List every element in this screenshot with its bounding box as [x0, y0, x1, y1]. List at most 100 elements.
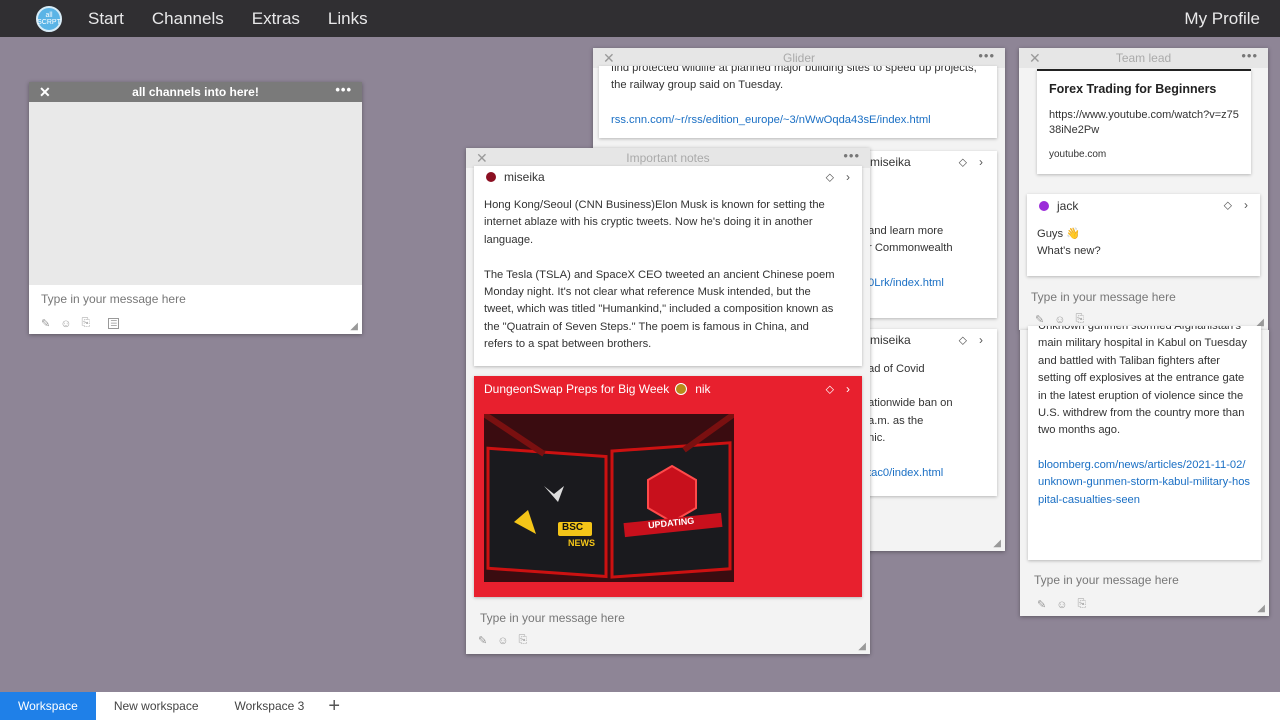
card-header: DungeonSwap Preps for Big Week nik ⬦ ›: [474, 376, 862, 402]
workspace-tab-1[interactable]: Workspace: [0, 692, 96, 720]
chevron-right-icon[interactable]: ›: [979, 155, 983, 169]
more-icon[interactable]: •••: [335, 80, 352, 100]
card-user: miseika: [870, 155, 911, 169]
card-text-2: ationwide ban on: [868, 397, 953, 410]
tag-icon[interactable]: ⬦: [826, 382, 834, 396]
preview-domain: youtube.com: [1049, 149, 1107, 160]
nav-links[interactable]: Links: [328, 9, 368, 29]
thumbnail-text-bsc: BSC: [562, 522, 584, 533]
nav-extras[interactable]: Extras: [252, 9, 300, 29]
tag-icon[interactable]: ⬦: [959, 155, 967, 169]
link-preview-card[interactable]: Forex Trading for Beginners https://www.…: [1037, 69, 1251, 174]
smiley-icon[interactable]: ☺: [60, 318, 71, 330]
resize-handle-icon[interactable]: ◢: [350, 321, 358, 332]
panel-important-notes: ✕ Important notes ••• miseika ⬦ › Hong Ko…: [466, 148, 870, 654]
input-placeholder: Type in your message here: [480, 611, 625, 625]
resize-handle-icon[interactable]: ◢: [993, 538, 1001, 549]
card-user: jack: [1057, 199, 1079, 213]
message-card-jack: jack ⬦ › Guys 👋 What's new?: [1027, 194, 1260, 276]
smiley-icon[interactable]: ☺: [1054, 314, 1065, 326]
message-tools: ✎ ☺ ⎘: [1023, 313, 1084, 326]
input-placeholder: Type in your message here: [1031, 290, 1176, 304]
input-placeholder: Type in your message here: [41, 292, 186, 306]
paperclip-icon[interactable]: ⎘: [81, 317, 90, 330]
panel-title: all channels into here!: [132, 85, 259, 99]
card-link[interactable]: rss.cnn.com/~r/rss/edition_europe/~3/nWw…: [611, 112, 997, 129]
card-header: miseika ⬦ ›: [474, 166, 862, 188]
panel-team-lead: ✕ Team lead ••• Forex Trading for Beginn…: [1019, 48, 1268, 330]
message-area: [29, 102, 362, 285]
card-header: miseika ⬦ ›: [864, 151, 997, 173]
panel-all-channels: ✕ all channels into here! ••• Type in yo…: [29, 82, 362, 334]
tag-icon[interactable]: ⬦: [826, 170, 834, 184]
paperclip-icon[interactable]: ⎘: [1077, 598, 1086, 611]
message-tools: ✎ ☺ ⎘: [466, 634, 527, 647]
resize-handle-icon[interactable]: ◢: [858, 641, 866, 652]
close-icon[interactable]: ✕: [603, 48, 615, 68]
card-user: nik: [695, 382, 711, 396]
chevron-right-icon[interactable]: ›: [846, 382, 850, 396]
resize-handle-icon[interactable]: ◢: [1257, 603, 1265, 614]
panel-header[interactable]: ✕ all channels into here! •••: [29, 82, 362, 102]
glider-card-2: miseika ⬦ › and learn more r Commonwealth…: [864, 151, 997, 318]
card-header: miseika ⬦ ›: [864, 329, 997, 351]
close-icon[interactable]: ✕: [1029, 48, 1041, 68]
chevron-right-icon[interactable]: ›: [1244, 198, 1248, 212]
message-input[interactable]: Type in your message here: [29, 285, 362, 313]
card-link[interactable]: tac0/index.html: [864, 465, 997, 482]
close-icon[interactable]: ✕: [476, 148, 488, 168]
message-tools: ✎ ☺ ⎘ ☰: [29, 313, 362, 334]
input-placeholder: Type in your message here: [1034, 573, 1179, 587]
news-thumbnail[interactable]: BSC NEWS UPDATING: [484, 414, 734, 582]
tag-icon[interactable]: ⬦: [959, 333, 967, 347]
message-input[interactable]: Type in your message here: [1022, 570, 1269, 590]
card-text-1: and learn more: [868, 225, 944, 237]
magic-wand-icon[interactable]: ✎: [1037, 598, 1046, 611]
chevron-right-icon[interactable]: ›: [979, 333, 983, 347]
workspace-tab-2[interactable]: New workspace: [96, 692, 217, 720]
workspace-tab-3[interactable]: Workspace 3: [217, 692, 323, 720]
more-icon[interactable]: •••: [1241, 46, 1258, 66]
magic-wand-icon[interactable]: ✎: [41, 317, 50, 330]
card-user: miseika: [504, 170, 545, 184]
app-logo[interactable]: all SCRPT: [36, 5, 62, 32]
add-workspace-icon[interactable]: +: [328, 695, 340, 718]
card-header: jack ⬦ ›: [1027, 194, 1260, 218]
smiley-icon[interactable]: ☺: [497, 635, 508, 647]
workspace-bar: Workspace New workspace Workspace 3 +: [0, 692, 1280, 720]
news-text: Unknown gunmen stormed Afghanistan's mai…: [1038, 326, 1247, 437]
more-icon[interactable]: •••: [978, 46, 995, 66]
nav-start[interactable]: Start: [88, 9, 124, 29]
thumbnail-illustration: [484, 414, 734, 582]
card-text-4: nic.: [868, 432, 886, 445]
message-line-1: Guys 👋: [1037, 228, 1081, 240]
smiley-icon[interactable]: ☺: [1056, 599, 1067, 611]
rss-icon[interactable]: ☰: [108, 318, 120, 329]
top-nav: all SCRPT Start Channels Extras Links My…: [0, 0, 1280, 37]
panel-header[interactable]: ✕ Glider •••: [593, 48, 1005, 68]
card-text-1: ad of Covid: [868, 363, 925, 375]
magic-wand-icon[interactable]: ✎: [478, 634, 487, 647]
panel-title: Team lead: [1115, 51, 1172, 65]
paperclip-icon[interactable]: ⎘: [1075, 313, 1084, 326]
chevron-right-icon[interactable]: ›: [846, 170, 850, 184]
magic-wand-icon[interactable]: ✎: [1035, 313, 1044, 326]
nav-channels[interactable]: Channels: [152, 9, 224, 29]
my-profile-link[interactable]: My Profile: [1184, 9, 1260, 29]
message-input[interactable]: Type in your message here: [1019, 284, 1268, 310]
glider-card-3: miseika ⬦ › ad of Covid ationwide ban on …: [864, 329, 997, 496]
more-icon[interactable]: •••: [843, 146, 860, 166]
logo-text: all SCRPT: [37, 11, 61, 26]
glider-top-card: find protected wildlife at planned major…: [599, 66, 997, 138]
close-icon[interactable]: ✕: [39, 82, 51, 102]
thumbnail-text-news: NEWS: [568, 538, 595, 548]
message-input[interactable]: Type in your message here: [468, 608, 868, 628]
news-link[interactable]: bloomberg.com/news/articles/2021-11-02/u…: [1028, 440, 1261, 509]
panel-header[interactable]: ✕ Team lead •••: [1019, 48, 1268, 68]
card-link[interactable]: 0Lrk/index.html: [864, 275, 997, 292]
paperclip-icon[interactable]: ⎘: [518, 634, 527, 647]
tag-icon[interactable]: ⬦: [1224, 198, 1232, 212]
panel-header[interactable]: ✕ Important notes •••: [466, 148, 870, 168]
message-line-2: What's new?: [1037, 245, 1101, 258]
note-card-miseika: miseika ⬦ › Hong Kong/Seoul (CNN Business…: [474, 166, 862, 366]
